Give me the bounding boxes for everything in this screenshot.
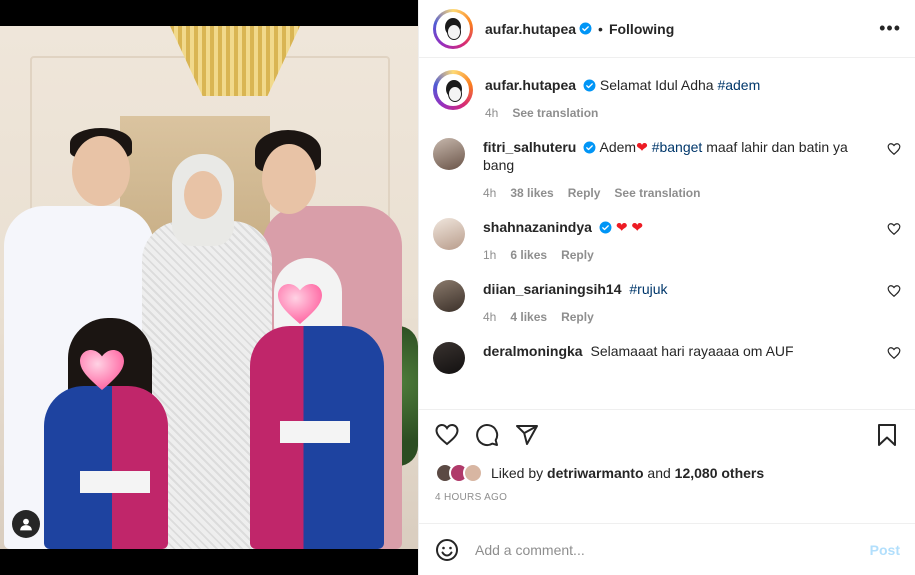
girl-left [44,386,168,549]
see-translation-link[interactable]: See translation [614,186,700,200]
comment-time: 4h [483,186,497,200]
comment-icon[interactable] [475,423,499,447]
girl-right-sash [280,421,350,443]
comment-message: Selamaaat hari rayaaaa om AUF [590,343,794,359]
caption-message: Selamat Idul Adha [599,77,714,93]
caption-body: aufar.hutapea Selamat Idul Adha #adem 4h… [485,70,901,120]
person-right-face [262,144,316,214]
red-heart-emoji: ❤ ❤ [615,219,644,235]
likers-avatars[interactable] [435,463,483,483]
commenter-username[interactable]: shahnazanindya [483,219,592,235]
avatar [436,11,470,46]
verified-badge-icon [579,22,592,35]
comment-meta: 4h 4 likes Reply [483,310,875,324]
comment-message: Adem [599,139,637,155]
liker-avatar [463,463,483,483]
caption-hashtag[interactable]: #adem [717,77,760,93]
comment-heart-icon[interactable] [887,142,901,156]
more-options-icon[interactable]: ••• [879,18,901,39]
post-photo-panel [0,0,418,575]
post-photo[interactable] [0,26,418,549]
post-side-panel: aufar.hutapea • Following ••• aufar.huta… [418,0,915,575]
girl-left-sash [80,471,150,493]
caption-time: 4h [485,106,499,120]
verified-badge-icon [583,141,596,154]
reply-button[interactable]: Reply [568,186,601,200]
comment-item: fitri_salhuteru Adem❤ #banget maaf lahir… [433,138,901,200]
face-cover-heart-icon [276,282,324,326]
comment-likes-count[interactable]: 38 likes [510,186,553,200]
emoji-icon[interactable] [435,538,459,562]
comment-hashtag[interactable]: #banget [652,139,703,155]
reply-button[interactable]: Reply [561,248,594,262]
post-caption: aufar.hutapea Selamat Idul Adha #adem 4h… [433,70,901,120]
commenter-avatar[interactable] [433,342,465,374]
avatar [437,74,469,106]
instagram-post-modal: aufar.hutapea • Following ••• aufar.huta… [0,0,915,575]
commenter-avatar[interactable] [433,280,465,312]
person-left-face [72,136,130,206]
others-likes-link[interactable]: 12,080 others [675,465,765,481]
caption-text: aufar.hutapea Selamat Idul Adha #adem [485,76,875,94]
author-avatar[interactable] [433,70,473,110]
share-icon[interactable] [515,423,539,447]
comment-body: shahnazanindya ❤ ❤ 1h 6 likes Reply [483,218,901,262]
first-liker-username[interactable]: detriwarmanto [547,465,643,481]
comment-input[interactable] [475,541,870,558]
caption-meta: 4h See translation [485,106,875,120]
comment-item: deralmoningka Selamaaat hari rayaaaa om … [433,342,901,374]
caption-username[interactable]: aufar.hutapea [485,77,576,93]
bookmark-icon[interactable] [875,423,899,447]
comment-item: diian_sarianingsih14 #rujuk 4h 4 likes R… [433,280,901,324]
comment-likes-count[interactable]: 4 likes [510,310,547,324]
commenter-avatar[interactable] [433,218,465,250]
author-username[interactable]: aufar.hutapea [485,21,576,37]
commenter-avatar[interactable] [433,138,465,170]
author-info: aufar.hutapea • Following [485,21,674,37]
heart-icon[interactable] [435,423,459,447]
comment-meta: 1h 6 likes Reply [483,248,875,262]
commenter-username[interactable]: fitri_salhuteru [483,139,576,155]
comment-time: 1h [483,248,497,262]
author-avatar[interactable] [433,8,473,49]
comment-text: diian_sarianingsih14 #rujuk [483,280,875,298]
comment-time: 4h [483,310,497,324]
comment-item: shahnazanindya ❤ ❤ 1h 6 likes Reply [433,218,901,262]
person-center-face [184,171,222,219]
comment-body: diian_sarianingsih14 #rujuk 4h 4 likes R… [483,280,901,324]
comment-body: deralmoningka Selamaaat hari rayaaaa om … [483,342,901,374]
comment-likes-count[interactable]: 6 likes [510,248,547,262]
comment-body: fitri_salhuteru Adem❤ #banget maaf lahir… [483,138,901,200]
likes-summary: Liked by detriwarmanto and 12,080 others [419,460,915,486]
add-comment-bar: Post [419,523,915,575]
commenter-username[interactable]: diian_sarianingsih14 [483,281,622,297]
reply-button[interactable]: Reply [561,310,594,324]
comment-text: fitri_salhuteru Adem❤ #banget maaf lahir… [483,138,875,174]
comment-text: shahnazanindya ❤ ❤ [483,218,875,236]
verified-badge-icon [583,79,596,92]
post-actions-bar [419,410,915,460]
follow-status-button[interactable]: Following [609,21,674,37]
verified-badge-icon [599,221,612,234]
comment-text: deralmoningka Selamaaat hari rayaaaa om … [483,342,875,360]
post-header: aufar.hutapea • Following ••• [419,0,915,58]
comment-hashtag[interactable]: #rujuk [629,281,667,297]
post-comment-button[interactable]: Post [870,542,900,558]
red-heart-emoji: ❤ [636,139,648,155]
separator-dot: • [598,20,603,37]
comment-heart-icon[interactable] [887,346,901,360]
comment-heart-icon[interactable] [887,222,901,236]
post-timestamp[interactable]: 4 HOURS AGO [419,486,915,516]
comment-heart-icon[interactable] [887,284,901,298]
likes-prefix: Liked by [491,465,544,481]
face-cover-heart-icon [78,348,126,392]
comment-meta: 4h 38 likes Reply See translation [483,186,875,200]
comments-list[interactable]: aufar.hutapea Selamat Idul Adha #adem 4h… [419,58,915,410]
likes-text: Liked by detriwarmanto and 12,080 others [491,465,764,481]
user-tag-icon[interactable] [12,510,40,538]
see-translation-link[interactable]: See translation [512,106,598,120]
commenter-username[interactable]: deralmoningka [483,343,583,359]
likes-connector: and [647,465,671,481]
